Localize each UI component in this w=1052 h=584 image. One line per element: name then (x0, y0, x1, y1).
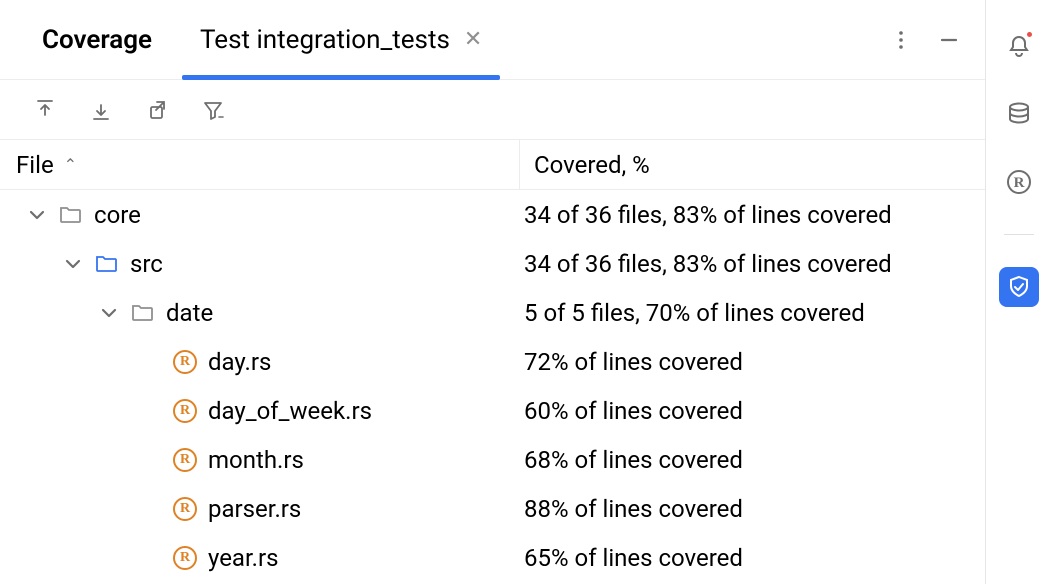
coverage-text: 34 of 36 files, 83% of lines covered (520, 201, 985, 229)
node-name: month.rs (208, 446, 304, 474)
tree-row-file[interactable]: R day_of_week.rs 60% of lines covered (0, 386, 985, 435)
close-icon[interactable]: ✕ (464, 27, 482, 52)
folder-icon (94, 251, 120, 277)
external-link-icon[interactable] (138, 91, 176, 129)
coverage-text: 34 of 36 files, 83% of lines covered (520, 250, 985, 278)
node-name: date (166, 299, 213, 327)
tab-integration-tests[interactable]: Test integration_tests ✕ (182, 0, 500, 79)
column-headers: File ⌃ Covered, % (0, 140, 985, 190)
tree-row-file[interactable]: R parser.rs 88% of lines covered (0, 484, 985, 533)
column-label: Covered, % (534, 151, 650, 179)
chevron-down-icon[interactable] (62, 253, 84, 275)
column-header-covered[interactable]: Covered, % (520, 140, 985, 189)
tree-row-file[interactable]: R day.rs 72% of lines covered (0, 337, 985, 386)
coverage-text: 72% of lines covered (520, 348, 985, 376)
tree: core 34 of 36 files, 83% of lines covere… (0, 190, 985, 584)
chevron-down-icon[interactable] (98, 302, 120, 324)
tab-label: Test integration_tests (200, 25, 450, 55)
more-icon[interactable] (877, 16, 925, 64)
node-name: parser.rs (208, 495, 301, 523)
rust-file-icon: R (172, 496, 198, 522)
node-name: day.rs (208, 348, 271, 376)
tree-row-folder[interactable]: src 34 of 36 files, 83% of lines covered (0, 239, 985, 288)
tab-label: Coverage (42, 25, 152, 55)
coverage-text: 5 of 5 files, 70% of lines covered (520, 299, 985, 327)
notifications-icon[interactable] (999, 26, 1039, 66)
tree-row-folder[interactable]: core 34 of 36 files, 83% of lines covere… (0, 190, 985, 239)
minimize-icon[interactable] (925, 16, 973, 64)
notification-badge (1025, 30, 1034, 39)
coverage-text: 60% of lines covered (520, 397, 985, 425)
folder-icon (130, 300, 156, 326)
column-label: File (16, 151, 54, 179)
tab-coverage[interactable]: Coverage (24, 0, 170, 79)
node-name: src (130, 250, 163, 278)
sort-ascending-icon: ⌃ (64, 155, 77, 174)
navigate-down-icon[interactable] (82, 91, 120, 129)
tree-row-file[interactable]: R year.rs 65% of lines covered (0, 533, 985, 582)
folder-icon (58, 202, 84, 228)
rust-file-icon: R (172, 447, 198, 473)
coverage-text: 88% of lines covered (520, 495, 985, 523)
rust-file-icon: R (172, 398, 198, 424)
right-tool-rail (986, 0, 1052, 584)
rail-separator (1004, 234, 1034, 235)
node-name: core (94, 201, 141, 229)
coverage-panel: Coverage Test integration_tests ✕ File ⌃… (0, 0, 986, 584)
rust-icon[interactable] (999, 162, 1039, 202)
database-icon[interactable] (999, 94, 1039, 134)
coverage-text: 65% of lines covered (520, 544, 985, 572)
navigate-up-icon[interactable] (26, 91, 64, 129)
column-header-file[interactable]: File ⌃ (0, 140, 520, 189)
node-name: day_of_week.rs (208, 397, 372, 425)
node-name: year.rs (208, 544, 279, 572)
shield-icon[interactable] (999, 267, 1039, 307)
rust-file-icon: R (172, 545, 198, 571)
rust-file-icon: R (172, 349, 198, 375)
filter-icon[interactable] (194, 91, 232, 129)
tab-bar: Coverage Test integration_tests ✕ (0, 0, 985, 80)
chevron-down-icon[interactable] (26, 204, 48, 226)
coverage-text: 68% of lines covered (520, 446, 985, 474)
tree-row-file[interactable]: R month.rs 68% of lines covered (0, 435, 985, 484)
toolbar (0, 80, 985, 140)
tree-row-folder[interactable]: date 5 of 5 files, 70% of lines covered (0, 288, 985, 337)
